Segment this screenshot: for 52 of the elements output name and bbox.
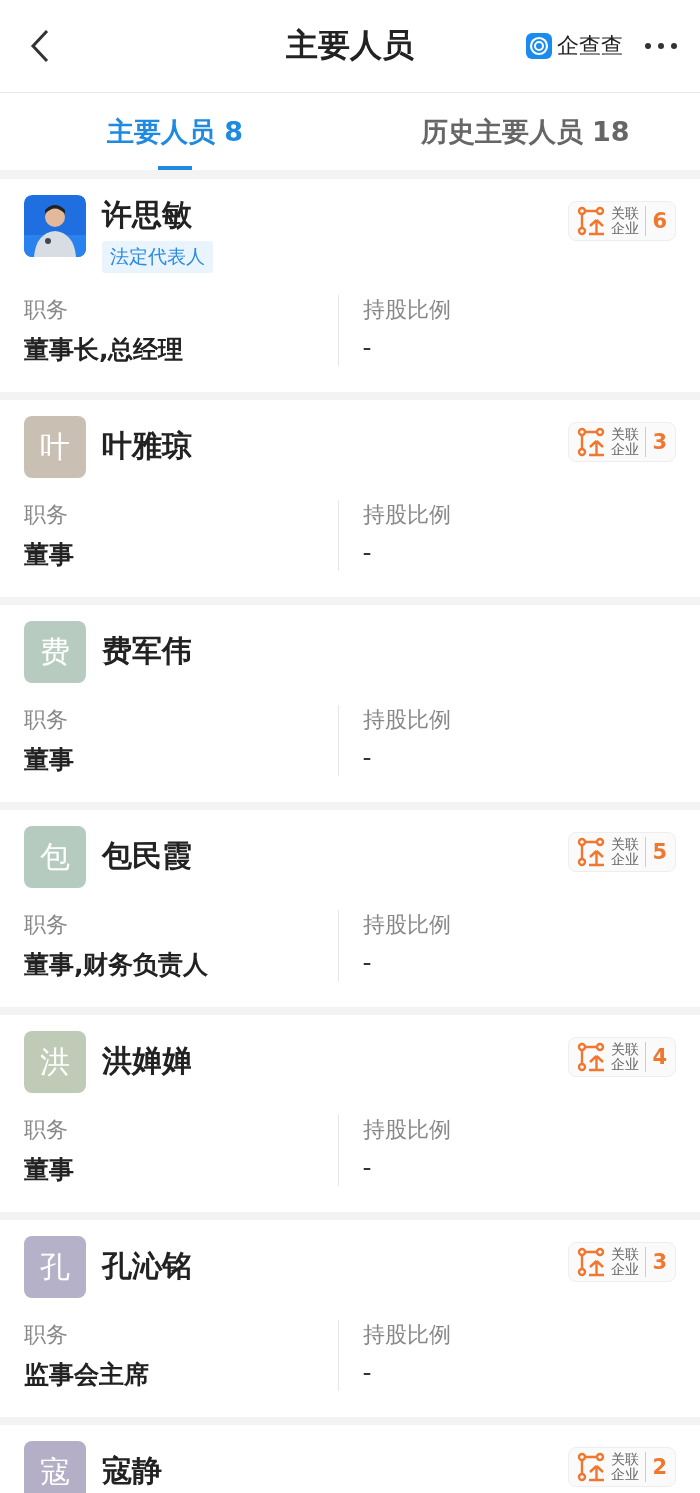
network-icon <box>577 837 606 867</box>
field-value: 董事,财务负责人 <box>24 949 210 981</box>
avatar: 孔 <box>24 1236 86 1298</box>
avatar: 包 <box>24 826 86 888</box>
person-card[interactable]: 费 费军伟 职务 董事 持股比例 - <box>0 605 700 802</box>
person-name: 寇静 <box>102 1452 163 1490</box>
person-name: 叶雅琼 <box>102 427 193 465</box>
field-label: 职务 <box>24 296 69 324</box>
more-icon[interactable] <box>644 42 678 50</box>
field-label: 职务 <box>24 911 69 939</box>
network-icon <box>577 1042 606 1072</box>
field-label: 持股比例 <box>362 706 452 734</box>
network-icon <box>577 427 606 457</box>
page-title: 主要人员 <box>286 25 414 66</box>
field-label: 职务 <box>24 1321 69 1349</box>
avatar: 洪 <box>24 1031 86 1093</box>
tab[interactable]: 历史主要人员 18 <box>350 93 700 170</box>
avatar: 叶 <box>24 416 86 478</box>
back-icon[interactable] <box>30 28 50 64</box>
role-tag: 法定代表人 <box>102 241 213 273</box>
field-value: 监事会主席 <box>24 1359 150 1391</box>
field-label: 职务 <box>24 706 69 734</box>
field-value: - <box>362 333 373 362</box>
field-label: 职务 <box>24 501 69 529</box>
person-name: 包民霞 <box>102 837 193 875</box>
network-icon <box>577 1452 606 1482</box>
field-label: 持股比例 <box>362 296 452 324</box>
field-value: - <box>362 538 373 567</box>
avatar: 寇 <box>24 1441 86 1493</box>
field-value: - <box>362 1358 373 1387</box>
field-label: 持股比例 <box>362 911 452 939</box>
field-label: 职务 <box>24 1116 69 1144</box>
tab[interactable]: 主要人员 8 <box>0 93 350 170</box>
field-value: - <box>362 1153 373 1182</box>
person-name: 孔沁铭 <box>102 1247 193 1285</box>
field-value: - <box>362 948 373 977</box>
field-value: 董事 <box>24 744 75 776</box>
network-icon <box>577 1247 606 1277</box>
network-icon <box>577 206 606 236</box>
person-name: 许思敏 <box>102 196 193 234</box>
logo-icon <box>526 33 552 59</box>
person-name: 费军伟 <box>102 632 193 670</box>
field-value: 董事 <box>24 1154 75 1186</box>
brand-name: 企查查 <box>557 32 623 60</box>
field-label: 持股比例 <box>362 1321 452 1349</box>
person-name: 洪婵婵 <box>102 1042 193 1080</box>
field-value: 董事长,总经理 <box>24 334 185 366</box>
field-label: 持股比例 <box>362 501 452 529</box>
avatar: 费 <box>24 621 86 683</box>
field-value: 董事 <box>24 539 75 571</box>
field-value: - <box>362 743 373 772</box>
field-label: 持股比例 <box>362 1116 452 1144</box>
